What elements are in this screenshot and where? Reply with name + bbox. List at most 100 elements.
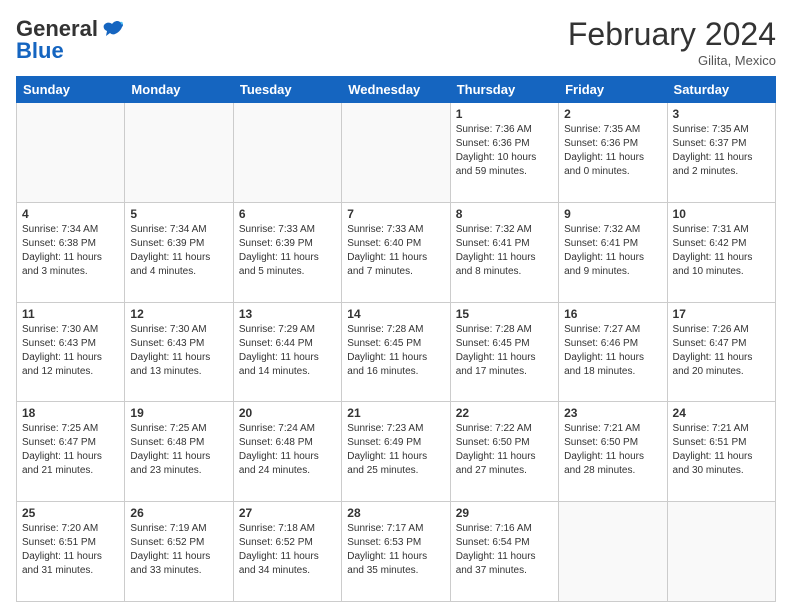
- day-number: 12: [130, 307, 227, 321]
- calendar-cell: 2 Sunrise: 7:35 AM Sunset: 6:36 PM Daylig…: [559, 103, 667, 203]
- day-number: 23: [564, 406, 661, 420]
- calendar-cell: [559, 502, 667, 602]
- day-info: Sunrise: 7:17 AM Sunset: 6:53 PM Dayligh…: [347, 522, 444, 578]
- header: General Blue February 2024 Gilita, Mexic…: [16, 16, 776, 68]
- calendar-cell: 29Sunrise: 7:16 AM Sunset: 6:54 PM Dayli…: [450, 502, 558, 602]
- day-number: 11: [22, 307, 119, 321]
- day-info: Sunrise: 7:21 AM Sunset: 6:50 PM Dayligh…: [564, 422, 661, 478]
- calendar-cell: 7 Sunrise: 7:33 AM Sunset: 6:40 PM Daylig…: [342, 202, 450, 302]
- col-tuesday: Tuesday: [233, 77, 341, 103]
- day-info: Sunrise: 7:23 AM Sunset: 6:49 PM Dayligh…: [347, 422, 444, 478]
- calendar-cell: 19 Sunrise: 7:25 AM Sunset: 6:48 PM Dayli…: [125, 402, 233, 502]
- day-number: 10: [673, 207, 770, 221]
- month-title: February 2024: [568, 16, 776, 53]
- title-area: February 2024 Gilita, Mexico: [568, 16, 776, 68]
- calendar-cell: [667, 502, 775, 602]
- day-number: 2: [564, 107, 661, 121]
- day-info: Sunrise: 7:18 AM Sunset: 6:52 PM Dayligh…: [239, 522, 336, 578]
- day-info: Sunrise: 7:28 AM Sunset: 6:45 PM Dayligh…: [347, 323, 444, 379]
- day-info: Sunrise: 7:36 AM Sunset: 6:36 PM Dayligh…: [456, 123, 553, 179]
- week-row-3: 18 Sunrise: 7:25 AM Sunset: 6:47 PM Dayli…: [17, 402, 776, 502]
- day-info: Sunrise: 7:34 AM Sunset: 6:39 PM Dayligh…: [130, 223, 227, 279]
- day-number: 25: [22, 506, 119, 520]
- calendar-cell: 15Sunrise: 7:28 AM Sunset: 6:45 PM Dayli…: [450, 302, 558, 402]
- col-thursday: Thursday: [450, 77, 558, 103]
- calendar-cell: [125, 103, 233, 203]
- logo: General Blue: [16, 16, 124, 64]
- day-number: 4: [22, 207, 119, 221]
- calendar-cell: 11 Sunrise: 7:30 AM Sunset: 6:43 PM Dayli…: [17, 302, 125, 402]
- calendar-cell: 9 Sunrise: 7:32 AM Sunset: 6:41 PM Daylig…: [559, 202, 667, 302]
- day-number: 28: [347, 506, 444, 520]
- day-info: Sunrise: 7:32 AM Sunset: 6:41 PM Dayligh…: [564, 223, 661, 279]
- day-info: Sunrise: 7:22 AM Sunset: 6:50 PM Dayligh…: [456, 422, 553, 478]
- day-info: Sunrise: 7:26 AM Sunset: 6:47 PM Dayligh…: [673, 323, 770, 379]
- day-info: Sunrise: 7:33 AM Sunset: 6:39 PM Dayligh…: [239, 223, 336, 279]
- calendar-cell: 18 Sunrise: 7:25 AM Sunset: 6:47 PM Dayli…: [17, 402, 125, 502]
- day-info: Sunrise: 7:27 AM Sunset: 6:46 PM Dayligh…: [564, 323, 661, 379]
- day-number: 18: [22, 406, 119, 420]
- day-number: 19: [130, 406, 227, 420]
- calendar-cell: 23 Sunrise: 7:21 AM Sunset: 6:50 PM Dayli…: [559, 402, 667, 502]
- calendar-cell: 17 Sunrise: 7:26 AM Sunset: 6:47 PM Dayli…: [667, 302, 775, 402]
- day-info: Sunrise: 7:20 AM Sunset: 6:51 PM Dayligh…: [22, 522, 119, 578]
- col-monday: Monday: [125, 77, 233, 103]
- week-row-0: 1 Sunrise: 7:36 AM Sunset: 6:36 PM Daylig…: [17, 103, 776, 203]
- day-number: 5: [130, 207, 227, 221]
- calendar-cell: 13 Sunrise: 7:29 AM Sunset: 6:44 PM Dayli…: [233, 302, 341, 402]
- day-number: 13: [239, 307, 336, 321]
- calendar-cell: 8 Sunrise: 7:32 AM Sunset: 6:41 PM Daylig…: [450, 202, 558, 302]
- calendar-table: Sunday Monday Tuesday Wednesday Thursday…: [16, 76, 776, 602]
- calendar-cell: 1 Sunrise: 7:36 AM Sunset: 6:36 PM Daylig…: [450, 103, 558, 203]
- day-info: Sunrise: 7:33 AM Sunset: 6:40 PM Dayligh…: [347, 223, 444, 279]
- calendar-cell: 6Sunrise: 7:33 AM Sunset: 6:39 PM Daylig…: [233, 202, 341, 302]
- col-sunday: Sunday: [17, 77, 125, 103]
- day-info: Sunrise: 7:30 AM Sunset: 6:43 PM Dayligh…: [22, 323, 119, 379]
- calendar-cell: 28 Sunrise: 7:17 AM Sunset: 6:53 PM Dayli…: [342, 502, 450, 602]
- page: General Blue February 2024 Gilita, Mexic…: [0, 0, 792, 612]
- logo-blue-text: Blue: [16, 38, 64, 64]
- logo-bird-icon: [102, 20, 124, 38]
- calendar-cell: 27Sunrise: 7:18 AM Sunset: 6:52 PM Dayli…: [233, 502, 341, 602]
- calendar-cell: 5 Sunrise: 7:34 AM Sunset: 6:39 PM Daylig…: [125, 202, 233, 302]
- day-number: 21: [347, 406, 444, 420]
- day-number: 17: [673, 307, 770, 321]
- calendar-cell: 22 Sunrise: 7:22 AM Sunset: 6:50 PM Dayli…: [450, 402, 558, 502]
- calendar-header-row: Sunday Monday Tuesday Wednesday Thursday…: [17, 77, 776, 103]
- day-info: Sunrise: 7:29 AM Sunset: 6:44 PM Dayligh…: [239, 323, 336, 379]
- day-number: 24: [673, 406, 770, 420]
- day-number: 26: [130, 506, 227, 520]
- day-info: Sunrise: 7:25 AM Sunset: 6:47 PM Dayligh…: [22, 422, 119, 478]
- calendar-cell: 3Sunrise: 7:35 AM Sunset: 6:37 PM Daylig…: [667, 103, 775, 203]
- day-info: Sunrise: 7:19 AM Sunset: 6:52 PM Dayligh…: [130, 522, 227, 578]
- day-info: Sunrise: 7:30 AM Sunset: 6:43 PM Dayligh…: [130, 323, 227, 379]
- calendar-cell: 14 Sunrise: 7:28 AM Sunset: 6:45 PM Dayli…: [342, 302, 450, 402]
- day-number: 16: [564, 307, 661, 321]
- calendar-cell: [233, 103, 341, 203]
- day-number: 22: [456, 406, 553, 420]
- calendar-cell: 24 Sunrise: 7:21 AM Sunset: 6:51 PM Dayli…: [667, 402, 775, 502]
- calendar-cell: 10 Sunrise: 7:31 AM Sunset: 6:42 PM Dayli…: [667, 202, 775, 302]
- week-row-1: 4Sunrise: 7:34 AM Sunset: 6:38 PM Daylig…: [17, 202, 776, 302]
- day-info: Sunrise: 7:31 AM Sunset: 6:42 PM Dayligh…: [673, 223, 770, 279]
- day-number: 1: [456, 107, 553, 121]
- col-wednesday: Wednesday: [342, 77, 450, 103]
- day-info: Sunrise: 7:32 AM Sunset: 6:41 PM Dayligh…: [456, 223, 553, 279]
- day-number: 14: [347, 307, 444, 321]
- day-info: Sunrise: 7:16 AM Sunset: 6:54 PM Dayligh…: [456, 522, 553, 578]
- day-info: Sunrise: 7:21 AM Sunset: 6:51 PM Dayligh…: [673, 422, 770, 478]
- calendar-cell: 20Sunrise: 7:24 AM Sunset: 6:48 PM Dayli…: [233, 402, 341, 502]
- calendar-cell: 16 Sunrise: 7:27 AM Sunset: 6:46 PM Dayli…: [559, 302, 667, 402]
- day-info: Sunrise: 7:35 AM Sunset: 6:37 PM Dayligh…: [673, 123, 770, 179]
- col-friday: Friday: [559, 77, 667, 103]
- calendar-cell: 25 Sunrise: 7:20 AM Sunset: 6:51 PM Dayli…: [17, 502, 125, 602]
- day-number: 7: [347, 207, 444, 221]
- day-number: 8: [456, 207, 553, 221]
- day-info: Sunrise: 7:25 AM Sunset: 6:48 PM Dayligh…: [130, 422, 227, 478]
- calendar-cell: 21 Sunrise: 7:23 AM Sunset: 6:49 PM Dayli…: [342, 402, 450, 502]
- calendar-cell: 26 Sunrise: 7:19 AM Sunset: 6:52 PM Dayli…: [125, 502, 233, 602]
- day-info: Sunrise: 7:35 AM Sunset: 6:36 PM Dayligh…: [564, 123, 661, 179]
- day-number: 9: [564, 207, 661, 221]
- week-row-4: 25 Sunrise: 7:20 AM Sunset: 6:51 PM Dayli…: [17, 502, 776, 602]
- calendar-cell: 12 Sunrise: 7:30 AM Sunset: 6:43 PM Dayli…: [125, 302, 233, 402]
